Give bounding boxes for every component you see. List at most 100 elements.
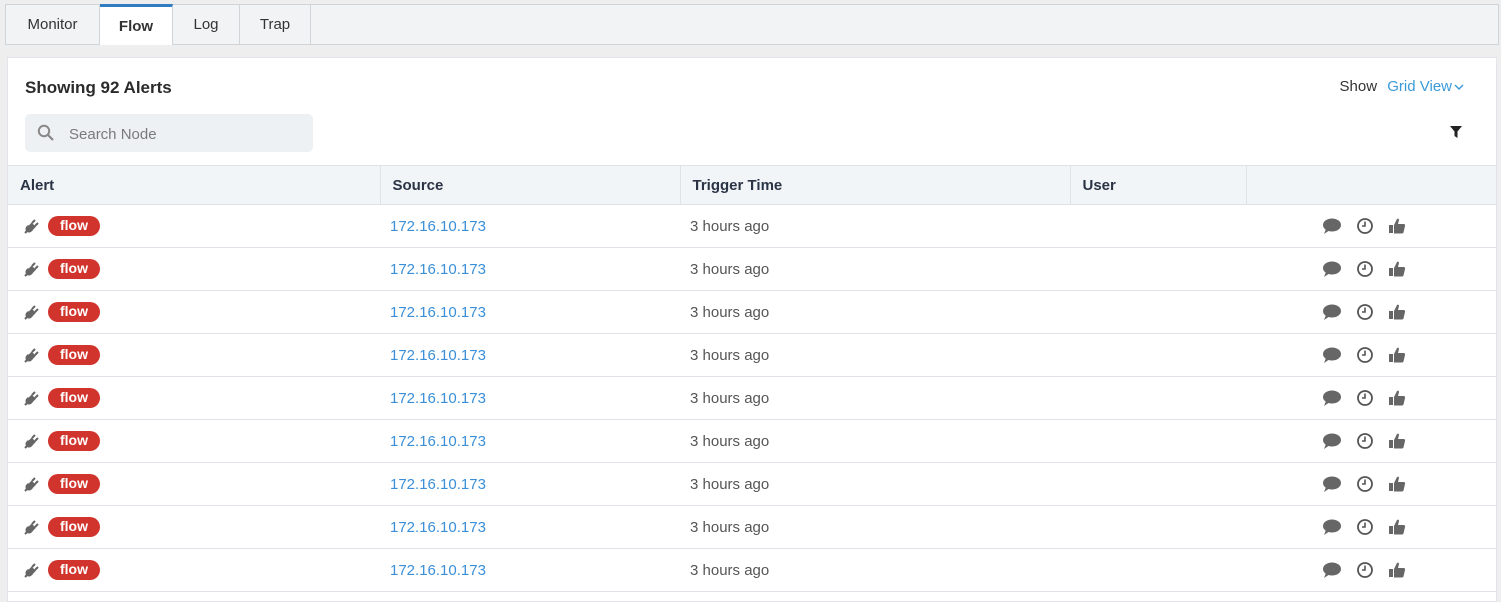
plug-icon xyxy=(24,563,39,578)
source-link[interactable]: 172.16.10.173 xyxy=(380,505,680,549)
clock-icon[interactable] xyxy=(1356,260,1374,278)
alerts-panel: Showing 92 Alerts Show Grid View Alert S… xyxy=(7,57,1497,602)
table-row[interactable]: flow 172.16.10.173 3 hours ago xyxy=(8,204,1496,248)
thumbs-up-icon[interactable] xyxy=(1388,389,1406,407)
tab-trap[interactable]: Trap xyxy=(240,5,311,44)
table-row[interactable]: flow 172.16.10.173 3 hours ago xyxy=(8,247,1496,291)
column-header-user[interactable]: User xyxy=(1070,165,1247,205)
plug-icon xyxy=(24,305,39,320)
source-link[interactable]: 172.16.10.173 xyxy=(380,376,680,420)
tab-monitor[interactable]: Monitor xyxy=(6,5,100,44)
alert-cell: flow xyxy=(8,290,380,334)
thumbs-up-icon[interactable] xyxy=(1388,303,1406,321)
trigger-time: 3 hours ago xyxy=(680,462,1070,506)
alert-cell: flow xyxy=(8,376,380,420)
table-row[interactable]: flow 172.16.10.173 3 hours ago xyxy=(8,333,1496,377)
table-header-row: Alert Source Trigger Time User xyxy=(8,165,1496,205)
source-link[interactable]: 172.16.10.173 xyxy=(380,548,680,592)
table-row[interactable]: flow 172.16.10.173 3 hours ago xyxy=(8,419,1496,463)
trigger-time: 3 hours ago xyxy=(680,548,1070,592)
comment-icon[interactable] xyxy=(1322,518,1342,536)
search-input[interactable] xyxy=(67,114,307,154)
plug-icon xyxy=(24,262,39,277)
column-header-alert[interactable]: Alert xyxy=(8,165,381,205)
clock-icon[interactable] xyxy=(1356,303,1374,321)
show-label: Show xyxy=(1339,78,1378,95)
clock-icon[interactable] xyxy=(1356,217,1374,235)
comment-icon[interactable] xyxy=(1322,217,1342,235)
clock-icon[interactable] xyxy=(1356,561,1374,579)
clock-icon[interactable] xyxy=(1356,432,1374,450)
user-cell xyxy=(1070,247,1246,291)
actions-cell xyxy=(1246,505,1496,549)
trigger-time: 3 hours ago xyxy=(680,204,1070,248)
alerts-table: Alert Source Trigger Time User flow 172.… xyxy=(8,165,1496,592)
source-link[interactable]: 172.16.10.173 xyxy=(380,419,680,463)
clock-icon[interactable] xyxy=(1356,389,1374,407)
alert-cell: flow xyxy=(8,419,380,463)
comment-icon[interactable] xyxy=(1322,561,1342,579)
trigger-time: 3 hours ago xyxy=(680,333,1070,377)
table-row[interactable]: flow 172.16.10.173 3 hours ago xyxy=(8,548,1496,592)
clock-icon[interactable] xyxy=(1356,475,1374,493)
alert-type-badge: flow xyxy=(48,345,100,365)
comment-icon[interactable] xyxy=(1322,346,1342,364)
clock-icon[interactable] xyxy=(1356,346,1374,364)
alert-type-badge: flow xyxy=(48,474,100,494)
table-row[interactable]: flow 172.16.10.173 3 hours ago xyxy=(8,290,1496,334)
source-link[interactable]: 172.16.10.173 xyxy=(380,204,680,248)
source-link[interactable]: 172.16.10.173 xyxy=(380,462,680,506)
source-link[interactable]: 172.16.10.173 xyxy=(380,333,680,377)
actions-cell xyxy=(1246,333,1496,377)
thumbs-up-icon[interactable] xyxy=(1388,518,1406,536)
plug-icon xyxy=(24,520,39,535)
actions-cell xyxy=(1246,376,1496,420)
user-cell xyxy=(1070,462,1246,506)
alert-type-badge: flow xyxy=(48,216,100,236)
column-header-source[interactable]: Source xyxy=(380,165,681,205)
actions-cell xyxy=(1246,247,1496,291)
alert-type-badge: flow xyxy=(48,259,100,279)
source-link[interactable]: 172.16.10.173 xyxy=(380,290,680,334)
actions-cell xyxy=(1246,462,1496,506)
user-cell xyxy=(1070,376,1246,420)
thumbs-up-icon[interactable] xyxy=(1388,475,1406,493)
thumbs-up-icon[interactable] xyxy=(1388,561,1406,579)
alert-cell: flow xyxy=(8,333,380,377)
trigger-time: 3 hours ago xyxy=(680,419,1070,463)
actions-cell xyxy=(1246,419,1496,463)
source-link[interactable]: 172.16.10.173 xyxy=(380,247,680,291)
grid-view-dropdown[interactable]: Grid View xyxy=(1387,78,1464,95)
thumbs-up-icon[interactable] xyxy=(1388,346,1406,364)
clock-icon[interactable] xyxy=(1356,518,1374,536)
thumbs-up-icon[interactable] xyxy=(1388,432,1406,450)
user-cell xyxy=(1070,204,1246,248)
search-icon xyxy=(37,124,54,141)
actions-cell xyxy=(1246,548,1496,592)
table-row[interactable]: flow 172.16.10.173 3 hours ago xyxy=(8,376,1496,420)
table-row[interactable]: flow 172.16.10.173 3 hours ago xyxy=(8,462,1496,506)
comment-icon[interactable] xyxy=(1322,432,1342,450)
plug-icon xyxy=(24,434,39,449)
comment-icon[interactable] xyxy=(1322,389,1342,407)
comment-icon[interactable] xyxy=(1322,475,1342,493)
thumbs-up-icon[interactable] xyxy=(1388,260,1406,278)
comment-icon[interactable] xyxy=(1322,303,1342,321)
thumbs-up-icon[interactable] xyxy=(1388,217,1406,235)
plug-icon xyxy=(24,391,39,406)
actions-cell xyxy=(1246,290,1496,334)
comment-icon[interactable] xyxy=(1322,260,1342,278)
page-title: Showing 92 Alerts xyxy=(25,78,172,97)
alert-cell: flow xyxy=(8,462,380,506)
view-selector: Show Grid View xyxy=(1340,78,1464,95)
alert-cell: flow xyxy=(8,505,380,549)
alert-type-badge: flow xyxy=(48,517,100,537)
table-row[interactable]: flow 172.16.10.173 3 hours ago xyxy=(8,505,1496,549)
chevron-down-icon xyxy=(1454,84,1464,90)
column-header-trigger-time[interactable]: Trigger Time xyxy=(680,165,1071,205)
filter-icon[interactable] xyxy=(1450,126,1462,138)
tab-log[interactable]: Log xyxy=(173,5,240,44)
user-cell xyxy=(1070,548,1246,592)
tab-flow[interactable]: Flow xyxy=(100,4,173,45)
alert-type-badge: flow xyxy=(48,560,100,580)
